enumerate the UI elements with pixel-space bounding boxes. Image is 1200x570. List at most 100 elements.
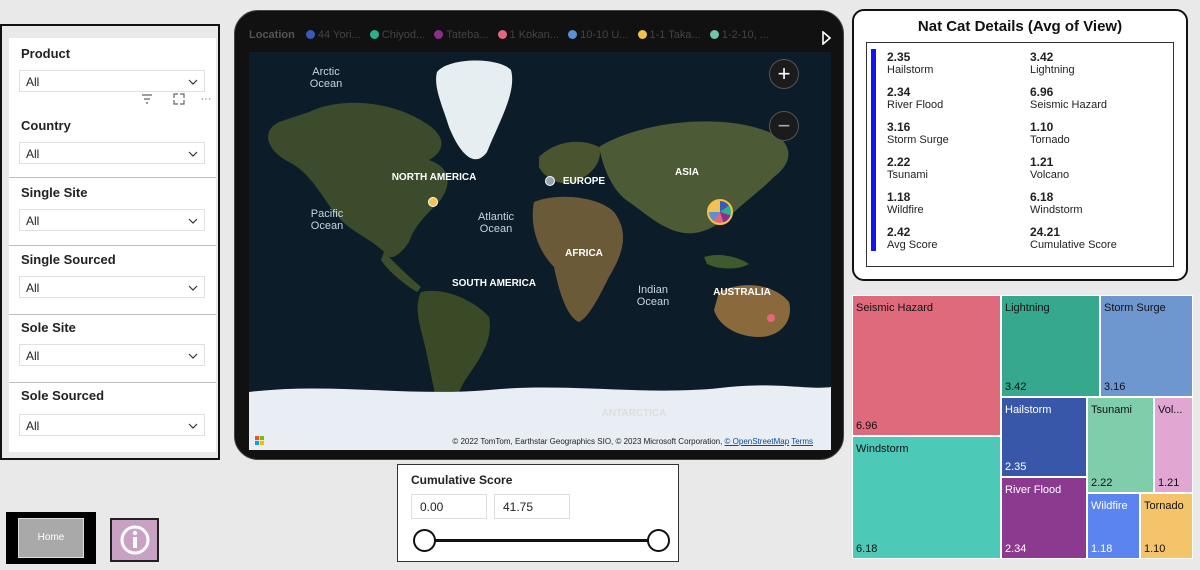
- map-canvas[interactable]: Arctic Ocean NORTH AMERICA EUROPE ASIA P…: [249, 52, 831, 450]
- slicer-title: Sole Sourced: [21, 388, 105, 403]
- map-marker[interactable]: [767, 314, 775, 322]
- filter-icon[interactable]: [141, 93, 153, 105]
- kpi-value: 1.18: [887, 190, 911, 204]
- treemap-tile-river-flood[interactable]: River Flood 2.34: [1001, 477, 1087, 559]
- legend-item[interactable]: 44 Yori...: [305, 29, 361, 41]
- map-marker[interactable]: [545, 176, 555, 186]
- single-sourced-dropdown[interactable]: All: [19, 276, 205, 298]
- chevron-down-icon: [188, 285, 198, 291]
- range-track[interactable]: [425, 539, 658, 542]
- tile-name: Wildfire: [1091, 500, 1128, 512]
- range-max-input[interactable]: [494, 494, 570, 519]
- kpi-label: Cumulative Score: [1030, 239, 1117, 251]
- kpi-avg-score: 2.42 Avg Score: [887, 225, 938, 251]
- label-indian-ocean: Indian Ocean: [636, 284, 670, 308]
- home-button[interactable]: Home: [18, 518, 84, 558]
- terms-link[interactable]: Terms: [791, 437, 813, 446]
- dropdown-value: All: [26, 419, 40, 433]
- treemap-tile-volcano[interactable]: Vol... 1.21: [1154, 397, 1193, 493]
- kpi-value: 1.21: [1030, 155, 1054, 169]
- kpi-lightning: 3.42 Lightning: [1030, 50, 1075, 76]
- kpi-value: 3.16: [887, 120, 911, 134]
- sole-site-dropdown[interactable]: All: [19, 344, 205, 366]
- slicer-toolbar: ···: [139, 92, 214, 106]
- kpi-value: 3.42: [1030, 50, 1054, 64]
- kpi-label: Tsunami: [887, 169, 928, 181]
- tile-value: 2.34: [1005, 543, 1027, 555]
- sole-sourced-dropdown[interactable]: All: [19, 414, 205, 436]
- kpi-label: Wildfire: [887, 204, 924, 216]
- kpi-label: River Flood: [887, 99, 944, 111]
- tile-value: 6.18: [856, 543, 878, 555]
- more-options-icon[interactable]: ···: [199, 92, 213, 106]
- range-min-handle[interactable]: [413, 529, 436, 552]
- legend-label: 10-10 U...: [580, 29, 629, 41]
- legend-dot: [434, 30, 444, 39]
- tile-name: Tornado: [1144, 500, 1184, 512]
- slicer-title: Cumulative Score: [411, 473, 513, 487]
- legend-next-icon[interactable]: [821, 31, 831, 45]
- legend-label: 1-2-10, ...: [721, 29, 769, 41]
- kpi-river-flood: 2.34 River Flood: [887, 85, 943, 111]
- range-max-handle[interactable]: [647, 529, 670, 552]
- legend-item[interactable]: 1-2-10, ...: [709, 29, 769, 41]
- focus-mode-icon[interactable]: [173, 93, 185, 105]
- kpi-hailstorm: 2.35 Hailstorm: [887, 50, 933, 76]
- treemap-tile-lightning[interactable]: Lightning 3.42: [1001, 295, 1100, 397]
- label-north-america: NORTH AMERICA: [391, 172, 477, 183]
- legend-item[interactable]: 1 Kokan...: [497, 29, 560, 41]
- zoom-in-button[interactable]: +: [769, 59, 799, 89]
- slicer-title: Sole Site: [21, 320, 76, 335]
- tile-value: 3.42: [1005, 381, 1027, 393]
- label-europe: EUROPE: [562, 176, 606, 187]
- map-marker-cluster[interactable]: [707, 199, 733, 225]
- divider: [9, 245, 216, 246]
- legend-item[interactable]: Chiyod...: [369, 29, 425, 41]
- treemap-tile-seismic-hazard[interactable]: Seismic Hazard 6.96: [852, 295, 1001, 436]
- legend-item[interactable]: Tateba...: [434, 29, 488, 41]
- tile-name: Windstorm: [856, 443, 909, 455]
- legend-item[interactable]: 10-10 U...: [568, 29, 628, 41]
- kpi-value: 6.18: [1030, 190, 1054, 204]
- label-atlantic-ocean: Atlantic Ocean: [477, 211, 515, 235]
- tile-name: Storm Surge: [1104, 302, 1166, 314]
- filter-panel: Product All ··· Country All Single Site …: [0, 24, 220, 460]
- dropdown-value: All: [26, 214, 40, 228]
- kpi-label: Lightning: [1030, 64, 1075, 76]
- kpi-label: Tornado: [1030, 134, 1070, 146]
- treemap-tile-windstorm[interactable]: Windstorm 6.18: [852, 436, 1001, 559]
- divider: [9, 314, 216, 315]
- tile-value: 6.96: [856, 420, 878, 432]
- label-australia: AUSTRALIA: [713, 287, 771, 298]
- kpi-label: Volcano: [1030, 169, 1070, 181]
- treemap-tile-storm-surge[interactable]: Storm Surge 3.16: [1100, 295, 1193, 397]
- kpi-label: Seismic Hazard: [1030, 99, 1108, 111]
- range-min-input[interactable]: [411, 494, 487, 519]
- legend-dot: [568, 30, 578, 39]
- map-marker[interactable]: [428, 197, 438, 207]
- treemap-tile-hailstorm[interactable]: Hailstorm 2.35: [1001, 397, 1087, 477]
- nat-cat-details-card: Nat Cat Details (Avg of View) 2.35 Hailst…: [852, 9, 1188, 281]
- divider: [9, 382, 216, 383]
- country-dropdown[interactable]: All: [19, 142, 205, 164]
- tile-name: Lightning: [1005, 302, 1050, 314]
- treemap-tile-tornado[interactable]: Tornado 1.10: [1140, 493, 1193, 559]
- treemap-tile-wildfire[interactable]: Wildfire 1.18: [1087, 493, 1140, 559]
- chevron-down-icon: [188, 218, 198, 224]
- treemap-tile-tsunami[interactable]: Tsunami 2.22: [1087, 397, 1154, 493]
- filter-panel-inner: Product All ··· Country All Single Site …: [9, 38, 216, 452]
- info-button[interactable]: [110, 518, 159, 562]
- legend-label: Tateba...: [446, 29, 489, 41]
- chevron-down-icon: [188, 79, 198, 85]
- zoom-out-button[interactable]: −: [769, 111, 799, 141]
- slicer-title: Single Site: [21, 185, 88, 200]
- legend-item[interactable]: 1-1 Taka...: [637, 29, 701, 41]
- legend-label: 1 Kokan...: [509, 29, 560, 41]
- bing-logo: Microsoft Bing: [255, 436, 317, 446]
- tile-name: River Flood: [1005, 484, 1062, 496]
- product-dropdown[interactable]: All: [19, 70, 205, 92]
- kpi-value: 2.35: [887, 50, 911, 64]
- single-site-dropdown[interactable]: All: [19, 209, 205, 231]
- tile-name: Tsunami: [1091, 404, 1132, 416]
- osm-link[interactable]: © OpenStreetMap: [725, 437, 790, 446]
